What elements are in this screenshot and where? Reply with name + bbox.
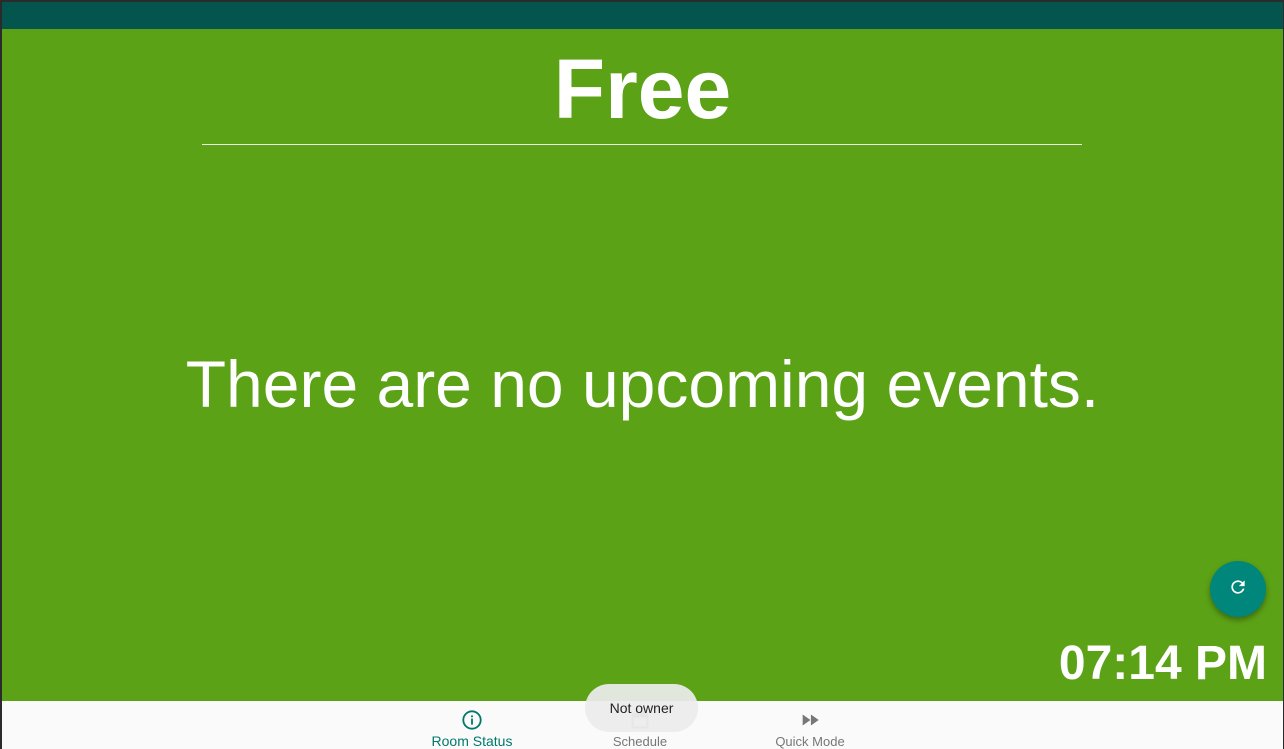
toast-message: Not owner [585,684,698,732]
app-window: Free There are no upcoming events. 07:14… [2,2,1283,749]
room-status-title: Free [553,42,732,136]
info-icon [461,708,483,731]
nav-room-status-label: Room Status [431,733,513,749]
divider [202,144,1082,145]
refresh-icon [1228,577,1248,602]
nav-quick-mode-label: Quick Mode [775,734,845,749]
no-events-message: There are no upcoming events. [185,347,1100,421]
nav-schedule-label: Schedule [612,734,668,749]
clock: 07:14 PM [1058,637,1267,690]
fast-forward-icon [799,708,821,732]
status-bar [2,2,1283,29]
nav-quick-mode[interactable]: Quick Mode [750,701,870,749]
nav-room-status[interactable]: Room Status [412,701,532,749]
refresh-button[interactable] [1210,561,1266,617]
